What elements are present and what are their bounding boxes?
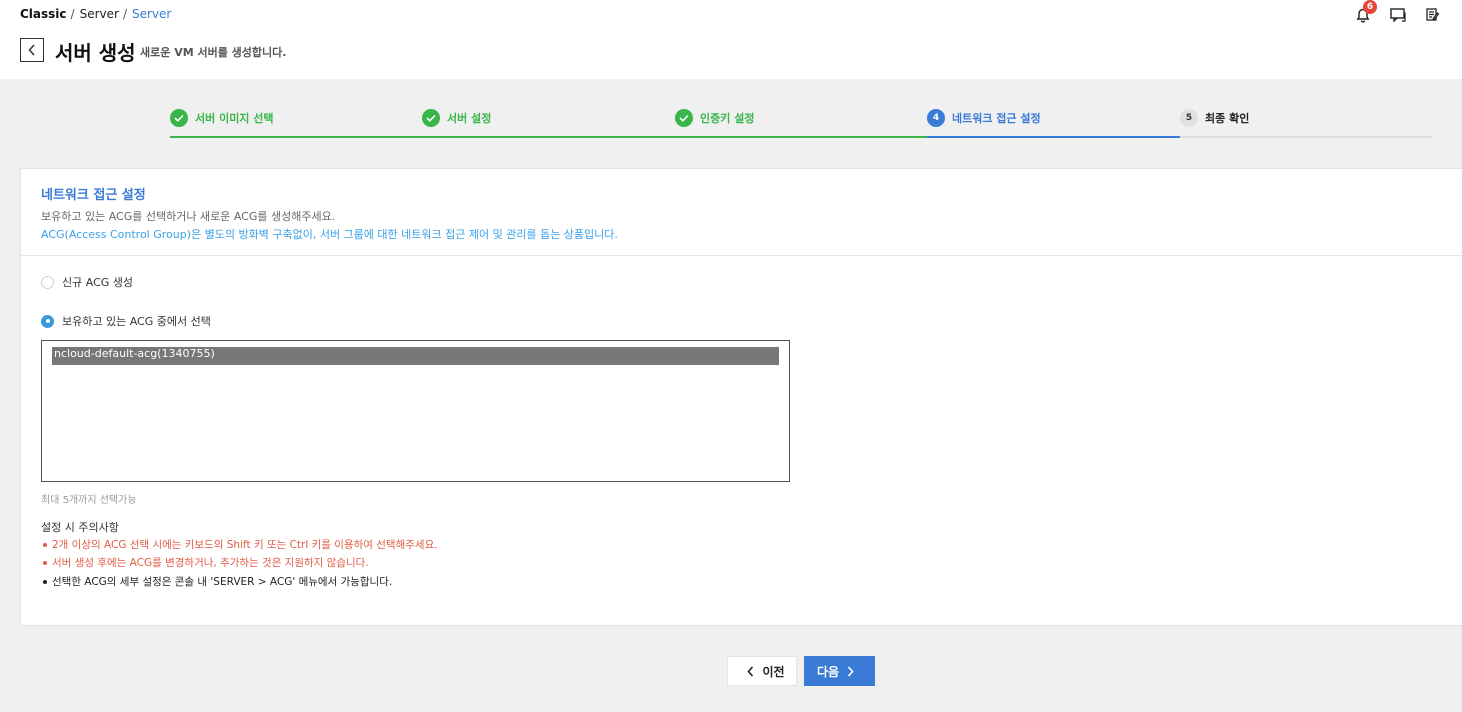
- bullet-icon: [43, 542, 47, 547]
- top-header: Classic / Server / Server 6 서버 생성 새로운 VM…: [0, 0, 1462, 79]
- step-label: 서버 설정: [447, 112, 492, 125]
- step-progress: 서버 이미지 선택 서버 설정 인증키 설정 4 네트워크 접근 설정 5 최종…: [170, 106, 1432, 138]
- radio-button-selected[interactable]: [41, 314, 54, 328]
- step-number: 4: [927, 109, 945, 127]
- previous-button[interactable]: 이전: [727, 656, 797, 686]
- step-progress-line: [1180, 136, 1432, 138]
- next-label: 다음: [816, 664, 840, 679]
- breadcrumb-classic[interactable]: Classic: [20, 7, 67, 21]
- note-text: 2개 이상의 ACG 선택 시에는 키보드의 Shift 키 또는 Ctrl 키…: [52, 539, 438, 551]
- radio-existing-acg[interactable]: 보유하고 있는 ACG 중에서 선택: [41, 313, 211, 329]
- previous-label: 이전: [762, 664, 785, 679]
- breadcrumb-server[interactable]: Server: [80, 7, 119, 21]
- note-text: 선택한 ACG의 세부 설정은 콘솔 내 'SERVER > ACG' 메뉴에서…: [52, 576, 393, 588]
- notifications-button[interactable]: 6: [1345, 0, 1380, 24]
- step-number: 5: [1180, 109, 1198, 127]
- step-label: 서버 이미지 선택: [195, 112, 274, 125]
- page-title: 서버 생성: [55, 41, 136, 65]
- network-settings-panel: 네트워크 접근 설정 보유하고 있는 ACG를 선택하거나 새로운 ACG를 생…: [20, 168, 1462, 626]
- check-icon: [170, 109, 188, 127]
- step-label: 최종 확인: [1205, 112, 1250, 125]
- acg-option-selected[interactable]: ncloud-default-acg(1340755): [52, 347, 779, 365]
- next-button[interactable]: 다음: [804, 656, 875, 686]
- bullet-icon: [43, 579, 47, 584]
- breadcrumb-separator: /: [70, 7, 75, 21]
- step-label: 인증키 설정: [700, 112, 755, 125]
- acg-listbox[interactable]: ncloud-default-acg(1340755): [41, 340, 790, 482]
- breadcrumb-separator: /: [122, 7, 127, 21]
- page-description: 새로운 VM 서버를 생성합니다.: [140, 46, 287, 59]
- radio-new-acg[interactable]: 신규 ACG 생성: [41, 274, 133, 290]
- notes-title: 설정 시 주의사항: [41, 521, 119, 534]
- step-final-confirm: 5 최종 확인: [1180, 106, 1432, 138]
- check-icon: [675, 109, 693, 127]
- chat-button[interactable]: [1380, 6, 1415, 24]
- radio-button[interactable]: [41, 275, 54, 289]
- chevron-right-icon: [847, 665, 854, 677]
- note-item: 서버 생성 후에는 ACG를 변경하거나, 추가하는 것은 지원하지 않습니다.: [43, 555, 369, 570]
- section-title: 네트워크 접근 설정: [41, 188, 146, 203]
- note-item: 2개 이상의 ACG 선택 시에는 키보드의 Shift 키 또는 Ctrl 키…: [43, 537, 438, 552]
- check-icon: [422, 109, 440, 127]
- step-server-image[interactable]: 서버 이미지 선택: [170, 106, 422, 138]
- bullet-icon: [43, 560, 47, 565]
- step-progress-line: [675, 136, 927, 138]
- selection-limit-hint: 최대 5개까지 선택가능: [41, 495, 137, 506]
- note-item: 선택한 ACG의 세부 설정은 콘솔 내 'SERVER > ACG' 메뉴에서…: [43, 574, 392, 589]
- edit-icon: [1425, 8, 1439, 21]
- notification-badge: 6: [1363, 0, 1377, 14]
- acg-description: ACG(Access Control Group)은 별도의 방화벽 구축없이,…: [41, 228, 618, 241]
- step-auth-key[interactable]: 인증키 설정: [675, 106, 927, 138]
- breadcrumb-current[interactable]: Server: [132, 7, 171, 21]
- step-progress-line: [170, 136, 422, 138]
- section-description: 보유하고 있는 ACG를 선택하거나 새로운 ACG를 생성해주세요.: [41, 210, 336, 223]
- divider: [21, 255, 1462, 256]
- back-button[interactable]: [20, 38, 44, 62]
- breadcrumb: Classic / Server / Server: [20, 7, 171, 21]
- radio-label: 신규 ACG 생성: [62, 276, 134, 289]
- step-progress-line: [422, 136, 675, 138]
- chevron-left-icon: [28, 44, 35, 56]
- step-progress-line: [927, 136, 1180, 138]
- step-label: 네트워크 접근 설정: [952, 112, 1041, 125]
- step-network-access[interactable]: 4 네트워크 접근 설정: [927, 106, 1180, 138]
- note-text: 서버 생성 후에는 ACG를 변경하거나, 추가하는 것은 지원하지 않습니다.: [52, 557, 369, 569]
- memo-button[interactable]: [1415, 6, 1450, 24]
- header-actions: 6: [1345, 0, 1450, 24]
- radio-label: 보유하고 있는 ACG 중에서 선택: [62, 315, 211, 328]
- chat-icon: [1389, 8, 1406, 22]
- chevron-left-icon: [747, 665, 754, 677]
- step-server-settings[interactable]: 서버 설정: [422, 106, 675, 138]
